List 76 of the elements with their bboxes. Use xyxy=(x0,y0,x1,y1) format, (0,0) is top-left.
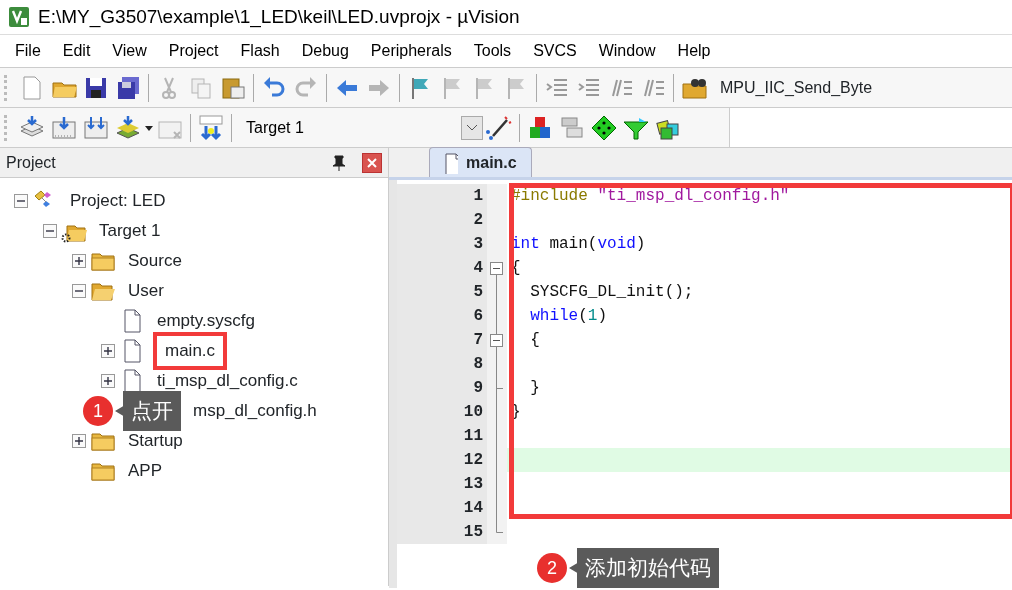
plus-icon xyxy=(75,257,83,265)
tree-item[interactable]: ti_msp_dl_config.c xyxy=(153,368,302,394)
tree-item[interactable]: User xyxy=(124,278,168,304)
find-combo[interactable]: MPU_IIC_Send_Byte xyxy=(710,75,883,100)
menu-item[interactable]: Tools xyxy=(462,35,523,67)
tree-item[interactable]: APP xyxy=(124,458,167,484)
menu-item[interactable]: Flash xyxy=(229,35,291,67)
code-line: #include "ti_msp_dl_config.h" xyxy=(510,186,791,207)
tree-item[interactable]: Startup xyxy=(124,428,187,454)
menu-item[interactable]: Edit xyxy=(51,35,102,67)
menu-item[interactable]: Peripherals xyxy=(359,35,463,67)
tree-item[interactable]: main.c xyxy=(153,332,228,370)
menu-item[interactable]: Window xyxy=(587,35,667,67)
minus-icon xyxy=(46,227,54,235)
chevron-icon xyxy=(466,123,478,132)
step-badge: 1 xyxy=(83,396,113,426)
menu-item[interactable]: File xyxy=(4,35,52,67)
menu-item[interactable]: Debug xyxy=(290,35,360,67)
expander[interactable] xyxy=(101,344,115,358)
menu-item[interactable]: Project xyxy=(157,35,230,67)
line-number: 15 xyxy=(397,520,487,544)
wand-icon[interactable] xyxy=(485,113,513,142)
code-line: int main(void) xyxy=(510,234,647,255)
plus-icon xyxy=(104,347,112,355)
expander[interactable] xyxy=(72,284,86,298)
line-number: 7 xyxy=(397,328,487,352)
line-number: 14 xyxy=(397,496,487,520)
caret-icon[interactable] xyxy=(144,123,154,132)
callout-label: 添加初始代码 xyxy=(569,548,719,588)
close-button[interactable] xyxy=(362,152,382,173)
step-badge: 2 xyxy=(537,553,567,583)
code-line: while(1) xyxy=(529,306,609,327)
diamond-icon[interactable] xyxy=(590,113,618,142)
line-number: 11 xyxy=(397,424,487,448)
expander[interactable] xyxy=(101,374,115,388)
menu-item[interactable]: Help xyxy=(666,35,722,67)
line-number: 13 xyxy=(397,472,487,496)
load-icon[interactable] xyxy=(197,113,225,142)
close-icon xyxy=(367,157,377,168)
expander[interactable] xyxy=(72,254,86,268)
window-title: E:\MY_G3507\example\1_LED\keil\LED.uvprojx - µVision xyxy=(38,4,520,30)
fold-marker-icon[interactable] xyxy=(490,334,503,347)
line-number: 6 xyxy=(397,304,487,328)
plus-icon xyxy=(75,437,83,445)
editor-tab[interactable]: main.c xyxy=(429,147,532,177)
line-number: 8 xyxy=(397,352,487,376)
tree-item[interactable]: Project: LED xyxy=(66,188,170,214)
line-number: 1 xyxy=(397,184,487,208)
code-line: { xyxy=(510,258,522,279)
fold-marker-icon[interactable] xyxy=(490,262,503,275)
line-number: 3 xyxy=(397,232,487,256)
line-number: 9 xyxy=(397,376,487,400)
plus-icon xyxy=(104,377,112,385)
tree-item[interactable]: Target 1 xyxy=(95,218,165,244)
tree-item[interactable]: msp_dl_config.h xyxy=(189,398,321,424)
panel-title: Project xyxy=(6,152,57,173)
minus-icon xyxy=(17,197,25,205)
expander[interactable] xyxy=(14,194,28,208)
line-number: 4 xyxy=(397,256,487,280)
expander[interactable] xyxy=(43,224,57,238)
menu-item[interactable]: View xyxy=(101,35,158,67)
pin-icon[interactable] xyxy=(332,154,346,171)
code-line: { xyxy=(529,330,541,351)
app-icon xyxy=(8,6,30,28)
callout-label: 点开 xyxy=(115,391,181,431)
line-number: 12 xyxy=(397,448,487,472)
line-number: 10 xyxy=(397,400,487,424)
menu-item[interactable]: SVCS xyxy=(522,35,588,67)
expander[interactable] xyxy=(72,434,86,448)
line-number: 5 xyxy=(397,280,487,304)
line-number: 2 xyxy=(397,208,487,232)
code-line: SYSCFG_DL_init(); xyxy=(529,282,695,303)
code-line: } xyxy=(529,378,541,399)
minus-icon xyxy=(75,287,83,295)
tree-item[interactable]: Source xyxy=(124,248,186,274)
tree-item[interactable]: empty.syscfg xyxy=(153,308,259,334)
